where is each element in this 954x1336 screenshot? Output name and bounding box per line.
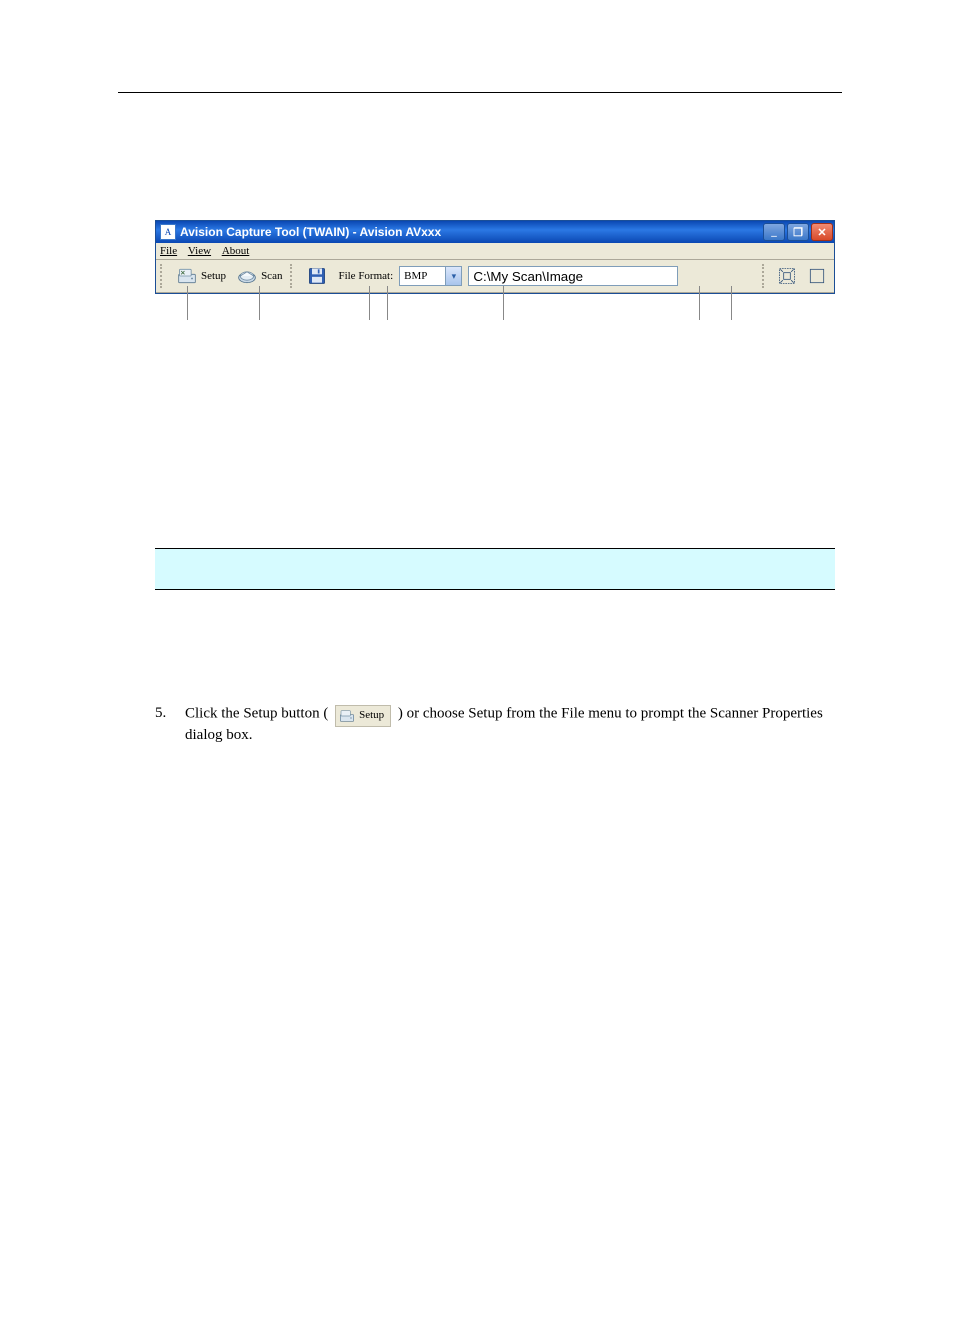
scanner-settings-icon: [338, 707, 356, 725]
setup-button[interactable]: Setup: [174, 265, 228, 287]
maximize-button[interactable]: ❐: [787, 223, 809, 241]
toolbar: Setup Scan File Format: BMP ▾: [156, 260, 834, 293]
close-button[interactable]: ✕: [811, 223, 833, 241]
actual-size-button[interactable]: [804, 264, 830, 288]
scan-icon: [236, 265, 258, 287]
menu-file[interactable]: File: [160, 245, 177, 257]
menubar: File View About: [156, 243, 834, 260]
save-button[interactable]: [304, 265, 330, 287]
chevron-down-icon: ▾: [445, 267, 461, 285]
fit-page-button[interactable]: [774, 264, 800, 288]
fit-page-icon: [776, 265, 798, 287]
floppy-disk-icon: [306, 265, 328, 287]
toolbar-grip: [160, 264, 166, 288]
setup-button-label: Setup: [201, 270, 226, 282]
file-format-label: File Format:: [338, 270, 393, 282]
step-number: 5.: [155, 703, 179, 724]
scan-button-label: Scan: [261, 270, 282, 282]
step-5: 5. Click the Setup button ( Setup ) or c…: [155, 703, 835, 746]
minimize-button[interactable]: _: [763, 223, 785, 241]
scan-button[interactable]: Scan: [234, 265, 284, 287]
note-box: [155, 548, 835, 590]
window-titlebar: A Avision Capture Tool (TWAIN) - Avision…: [156, 221, 834, 243]
step5-before: Click the Setup button (: [185, 705, 328, 721]
save-path-input[interactable]: [468, 266, 678, 286]
scanner-settings-icon: [176, 265, 198, 287]
menu-about[interactable]: About: [222, 245, 250, 257]
menu-view[interactable]: View: [188, 245, 211, 257]
toolbar-grip-3: [762, 264, 768, 288]
capture-tool-window: A Avision Capture Tool (TWAIN) - Avision…: [155, 220, 835, 294]
file-format-value: BMP: [400, 270, 445, 282]
window-title: Avision Capture Tool (TWAIN) - Avision A…: [180, 225, 762, 239]
app-icon: A: [160, 224, 176, 240]
toolbar-grip-2: [290, 264, 296, 288]
inline-setup-button: Setup: [335, 705, 391, 727]
file-format-select[interactable]: BMP ▾: [399, 266, 462, 286]
inline-setup-label: Setup: [359, 708, 384, 723]
actual-size-icon: [806, 265, 828, 287]
